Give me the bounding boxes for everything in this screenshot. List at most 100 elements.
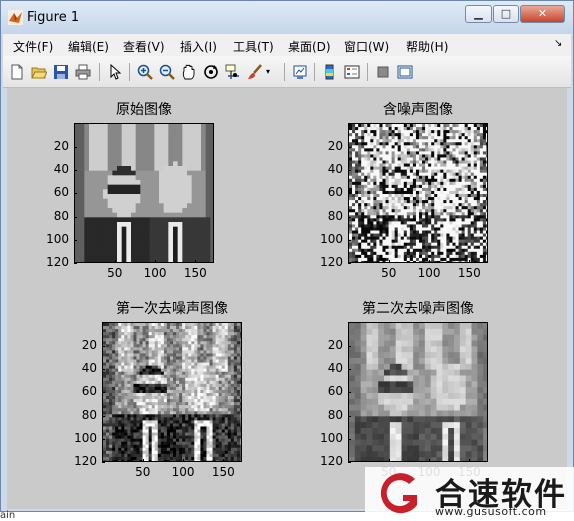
y-tick-label: 60 [53,185,69,200]
minimize-button[interactable]: ▁ [465,5,492,23]
subplot-image-denoise1[interactable] [102,322,242,462]
y-tick-mark [348,345,351,347]
y-tick-label: 120 [320,255,343,270]
y-tick-label: 40 [53,162,69,177]
x-tick-label: 100 [417,266,441,280]
y-tick-label: 20 [53,138,69,153]
legend-icon[interactable] [344,64,360,80]
hide-plot-tools-icon[interactable] [375,64,391,80]
y-tick-mark [74,216,77,218]
y-tick-label: 20 [327,337,343,352]
zoom-out-icon[interactable] [159,64,175,80]
y-tick-mark [74,263,77,265]
menu-help[interactable]: 帮助(H) [406,38,448,55]
close-button[interactable]: ✕ [520,5,565,23]
y-tick-mark [348,439,351,441]
menu-view[interactable]: 查看(V) [123,38,165,55]
x-tick-mark [142,459,144,462]
y-tick-label: 20 [81,337,97,352]
y-tick-mark [348,415,351,417]
menu-insert[interactable]: 插入(I) [180,38,217,55]
minimize-icon: ▁ [474,7,483,20]
menu-window[interactable]: 窗口(W) [344,38,389,55]
image-pixels [349,124,487,262]
y-tick-mark [102,345,105,347]
rotate-3d-icon[interactable] [203,64,219,80]
toolbar-separator [367,63,368,81]
site-watermark: 合速软件 www.gususoft.com [365,467,574,521]
link-plot-icon[interactable] [292,64,308,80]
zoom-in-icon[interactable] [137,64,153,80]
x-tick-mark [223,459,225,462]
pointer-icon[interactable] [107,64,123,80]
x-tick-label: 50 [135,465,151,479]
y-tick-label: 120 [74,454,97,469]
toolbar-separator [129,63,130,81]
x-tick-label: 150 [183,266,207,280]
dock-arrow-icon[interactable]: ↘ [554,38,562,49]
y-tick-label: 80 [53,208,69,223]
save-icon[interactable] [53,64,69,80]
y-tick-label: 20 [327,138,343,153]
print-icon[interactable] [75,64,91,80]
data-cursor-icon[interactable] [225,64,241,80]
pan-icon[interactable] [181,64,197,80]
y-tick-label: 80 [327,208,343,223]
toolbar: ▾ [3,56,571,88]
y-tick-label: 40 [327,162,343,177]
subplot-image-denoise2[interactable] [348,322,488,462]
window-title: Figure 1 [27,10,80,25]
y-tick-mark [74,170,77,172]
subplot-image-original[interactable] [74,123,214,263]
x-tick-mark [388,260,390,263]
y-tick-mark [348,263,351,265]
toolbar-separator [99,63,100,81]
brush-icon[interactable] [247,64,263,80]
title-bar[interactable]: Figure 1 ▁ □ ✕ [1,1,573,34]
open-file-icon[interactable] [31,64,47,80]
x-tick-label: 150 [457,266,481,280]
y-tick-mark [102,462,105,464]
x-tick-mark [429,260,431,263]
y-tick-label: 40 [327,361,343,376]
menu-desktop[interactable]: 桌面(D) [288,38,331,55]
figure-window: Figure 1 ▁ □ ✕ 文件(F) 编辑(E) 查看(V) 插入(I) 工… [0,0,574,512]
image-pixels [75,124,213,262]
menu-edit[interactable]: 编辑(E) [68,38,109,55]
show-plot-tools-icon[interactable] [397,64,413,80]
maximize-button[interactable]: □ [493,5,519,23]
toolbar-separator [284,63,285,81]
x-tick-label: 100 [171,465,195,479]
y-tick-label: 60 [327,384,343,399]
subplot-title: 第一次去噪声图像 [116,301,228,317]
y-tick-mark [348,146,351,148]
status-fragment: ain [0,510,16,521]
x-tick-mark [469,459,471,462]
image-pixels [349,323,487,461]
y-tick-label: 80 [81,407,97,422]
x-tick-label: 50 [107,266,123,280]
subplot-title: 第二次去噪声图像 [362,301,474,317]
y-tick-label: 100 [320,232,343,247]
y-tick-mark [102,369,105,371]
y-tick-label: 40 [81,361,97,376]
subplot-image-noisy[interactable] [348,123,488,263]
menu-file[interactable]: 文件(F) [13,38,53,55]
x-tick-mark [195,260,197,263]
toolbar-separator [314,63,315,81]
figure-canvas: 原始图像 20 40 60 80 100 120 50 100 150 含噪声图像 20 40 60 80 1… [7,88,567,509]
new-figure-icon[interactable] [9,64,25,80]
brush-dropdown-icon[interactable]: ▾ [266,64,282,80]
y-tick-mark [102,392,105,394]
y-tick-label: 100 [46,232,69,247]
menu-tools[interactable]: 工具(T) [233,38,274,55]
y-tick-mark [74,240,77,242]
x-tick-label: 50 [381,266,397,280]
watermark-url: www.gususoft.com [435,505,547,518]
y-tick-mark [348,216,351,218]
y-tick-label: 60 [81,384,97,399]
matlab-icon [8,10,23,25]
y-tick-label: 100 [74,431,97,446]
colorbar-icon[interactable] [322,64,338,80]
x-tick-label: 150 [211,465,235,479]
